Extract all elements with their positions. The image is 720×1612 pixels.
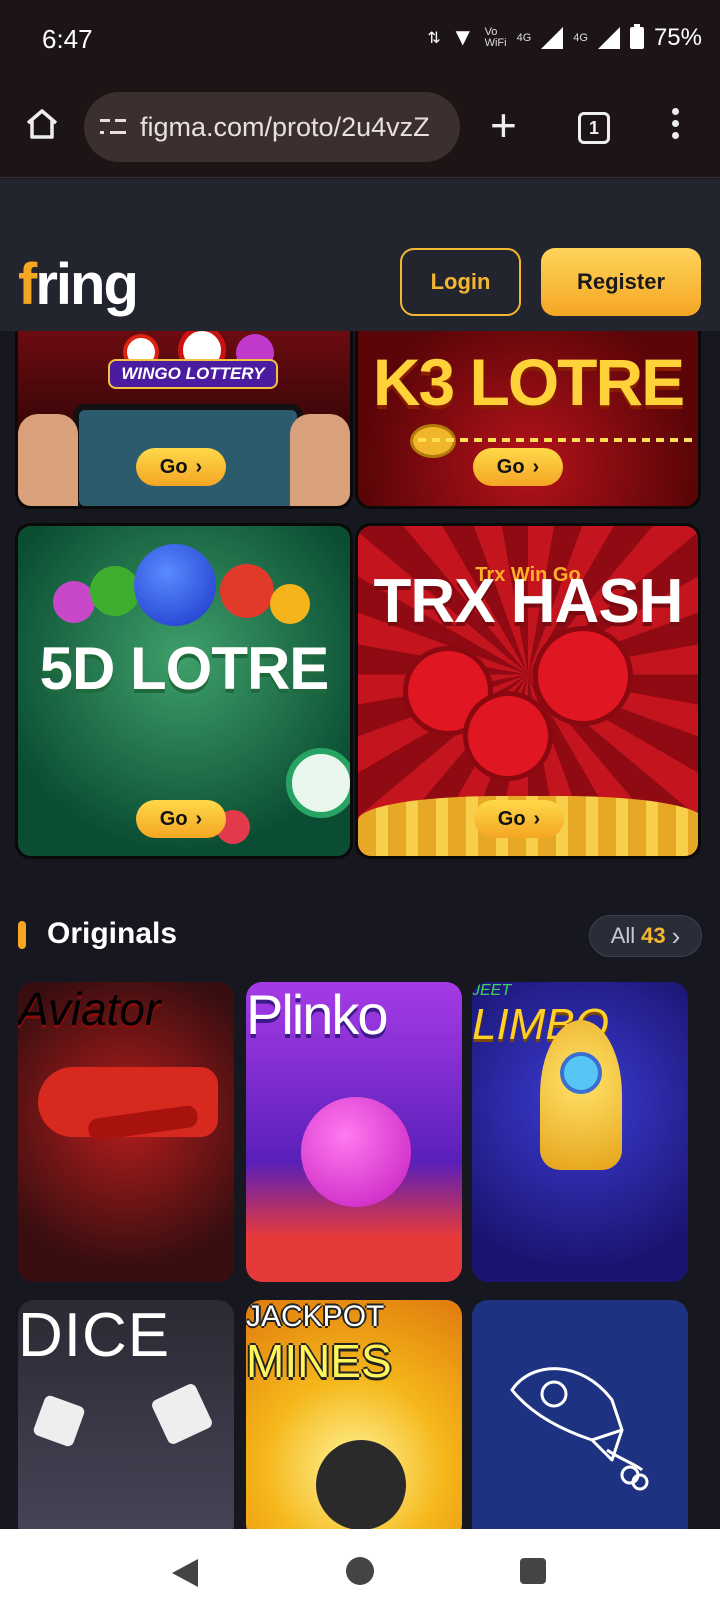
chevron-right-icon: › [533,807,541,830]
game-title: DICE [18,1301,171,1370]
light-strip [418,438,698,442]
game-tile-rocket[interactable] [472,1300,688,1529]
lottery-card-wingo[interactable]: WINGO LOTTERY Go › [15,331,353,509]
ball-icon [134,544,216,626]
originals-header: Originals All 43 › [0,915,720,965]
game-title: Aviator [18,983,161,1035]
chevron-right-icon: › [671,920,681,951]
ball-icon [220,564,274,618]
home-icon[interactable] [24,106,60,142]
chevron-right-icon: › [195,807,203,830]
all-count: 43 [641,923,666,948]
url-text: figma.com/proto/2u4vzZ [140,111,430,142]
ball-icon [53,581,95,623]
hands-illustration [290,414,350,506]
brand-logo[interactable]: fring [18,251,139,318]
status-time: 6:47 [42,24,93,54]
all-label: All [610,923,636,948]
login-button[interactable]: Login [400,248,521,316]
trx-coin-icon [463,691,553,781]
site-settings-icon[interactable] [100,116,126,138]
rocket-window [560,1052,602,1094]
trx-coin-icon [533,626,633,726]
game-tile-mines[interactable]: JACKPOT MINES [246,1300,462,1529]
all-games-button[interactable]: All 43 › [589,915,702,957]
battery-percent: 75% [653,24,702,51]
game-brand: JEET [472,982,512,999]
game-tile-dice[interactable]: DICE [18,1300,234,1529]
card-title: TRX HASH [373,567,684,636]
game-tile-limbo[interactable]: JEET LIMBO [472,982,688,1282]
dice-icon [150,1382,214,1446]
card-title: 5D LOTRE [39,635,330,702]
rocket-icon [510,1367,649,1491]
new-tab-icon[interactable]: + [490,102,517,148]
rocket-illustration [540,1020,622,1170]
game-tile-aviator[interactable]: Aviator [18,982,234,1282]
chevron-right-icon: › [195,455,203,478]
card-title: WINGO LOTTERY [108,359,278,389]
ball-icon [286,748,350,818]
main-content: WINGO LOTTERY Go › K3 LOTRE Go › 5D LOTRE … [0,331,720,1529]
data-arrows-icon: ⇅ [427,30,441,47]
game-title: JACKPOT [246,1300,385,1333]
system-nav-bar [0,1529,720,1612]
network-type-1: 4G [516,31,532,44]
ball-icon [270,584,310,624]
card-title: K3 LOTRE [372,345,685,419]
register-button[interactable]: Register [541,248,701,316]
chevron-right-icon: › [532,455,540,478]
vowifi-label: Vo WiFi [484,26,507,49]
menu-icon[interactable] [672,108,680,144]
home-nav-icon[interactable] [346,1557,374,1585]
site-header: fring Login Register [0,179,720,331]
browser-toolbar: figma.com/proto/2u4vzZ + 1 [0,80,720,178]
go-button[interactable]: Go › [136,800,226,838]
lottery-card-5d[interactable]: 5D LOTRE Go › [15,523,353,859]
network-type-2: 4G [573,31,588,44]
signal-icon [541,27,564,49]
game-subtitle: MINES [246,1335,392,1387]
dice-icon [32,1394,86,1448]
ball-icon [301,1097,411,1207]
status-bar: 6:47 ⇅ ▼ Vo WiFi 4G 4G 75% [0,0,720,80]
back-icon[interactable] [172,1559,198,1587]
section-marker [18,921,26,949]
section-title: Originals [47,917,178,950]
recents-icon[interactable] [520,1558,546,1584]
game-tile-plinko[interactable]: Plinko [246,982,462,1282]
bomb-icon [316,1440,406,1529]
lottery-card-k3[interactable]: K3 LOTRE Go › [355,331,701,509]
hands-illustration [18,414,78,506]
go-button[interactable]: Go › [473,448,563,486]
tab-switcher-button[interactable]: 1 [578,112,610,144]
wifi-icon: ▼ [450,24,475,51]
logo-mark-icon: f [18,252,37,317]
lottery-card-trx[interactable]: Trx Win Go TRX HASH Go › [355,523,701,859]
go-button[interactable]: Go › [136,448,226,486]
url-bar[interactable]: figma.com/proto/2u4vzZ [84,92,460,162]
go-button[interactable]: Go › [474,800,564,838]
ball-icon [90,566,140,616]
status-icons: ⇅ ▼ Vo WiFi 4G 4G 75% [427,24,702,52]
battery-icon [629,24,644,49]
game-title: Plinko [246,983,389,1046]
signal-icon-2 [597,27,620,49]
